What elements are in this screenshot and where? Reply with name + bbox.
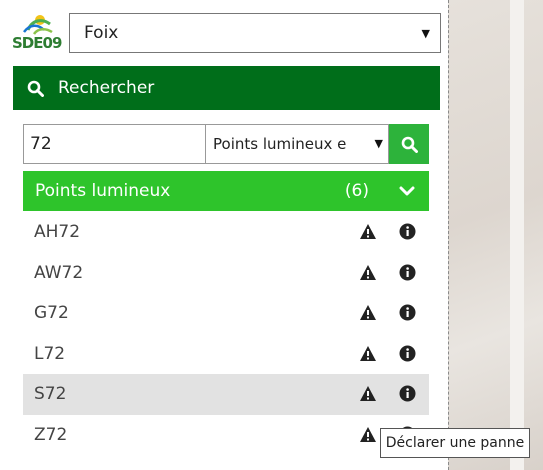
list-item[interactable]: Z72 xyxy=(23,415,429,456)
list-item[interactable]: G72 xyxy=(23,293,429,334)
search-row: Points lumineux e ▼ xyxy=(23,124,429,164)
warning-icon[interactable] xyxy=(359,223,377,240)
caret-down-icon: ▼ xyxy=(421,27,430,40)
type-select[interactable]: Points lumineux e ▼ xyxy=(206,124,389,164)
map-road xyxy=(510,0,524,470)
warning-icon[interactable] xyxy=(359,385,377,402)
commune-select[interactable]: Foix ▼ xyxy=(69,13,441,53)
list-item-label: AH72 xyxy=(34,222,81,243)
warning-icon[interactable] xyxy=(359,264,377,281)
warning-icon[interactable] xyxy=(359,304,377,321)
results-list: AH72 AW72 G72 L72 S72 Z72 xyxy=(23,212,429,455)
warning-icon[interactable] xyxy=(359,345,377,362)
logo-text: SDE09 xyxy=(12,34,62,52)
list-item-label: S72 xyxy=(34,384,67,405)
info-icon[interactable] xyxy=(399,345,416,362)
list-item[interactable]: AH72 xyxy=(23,212,429,253)
list-item-label: L72 xyxy=(34,343,66,364)
search-header-label: Rechercher xyxy=(58,78,155,98)
list-item[interactable]: AW72 xyxy=(23,253,429,294)
list-item-label: Z72 xyxy=(34,424,68,445)
search-icon xyxy=(27,80,44,97)
list-item[interactable]: L72 xyxy=(23,334,429,375)
map-background[interactable] xyxy=(448,0,543,470)
info-icon[interactable] xyxy=(399,264,416,281)
info-icon[interactable] xyxy=(399,385,416,402)
sde09-logo: SDE09 xyxy=(10,12,62,56)
list-item-label: G72 xyxy=(34,303,69,324)
tooltip-declare-fault: Déclarer une panne xyxy=(380,428,530,458)
warning-icon[interactable] xyxy=(359,426,377,443)
search-button[interactable] xyxy=(389,124,429,164)
info-icon[interactable] xyxy=(399,304,416,321)
caret-down-icon: ▼ xyxy=(372,137,383,150)
type-select-value: Points lumineux e xyxy=(213,135,347,153)
list-item[interactable]: S72 xyxy=(23,374,429,415)
results-header-label: Points lumineux xyxy=(35,181,171,201)
search-icon xyxy=(401,136,418,153)
commune-select-value: Foix xyxy=(84,23,119,43)
info-icon[interactable] xyxy=(399,223,416,240)
chevron-down-icon[interactable] xyxy=(399,183,415,199)
search-header[interactable]: Rechercher xyxy=(13,66,440,110)
results-header[interactable]: Points lumineux (6) xyxy=(23,171,429,211)
list-item-label: AW72 xyxy=(34,262,84,283)
search-panel: SDE09 Foix ▼ Rechercher Points lumineux … xyxy=(0,0,448,470)
results-count: (6) xyxy=(344,181,369,201)
panel-border xyxy=(448,0,449,470)
search-input[interactable] xyxy=(23,124,206,164)
